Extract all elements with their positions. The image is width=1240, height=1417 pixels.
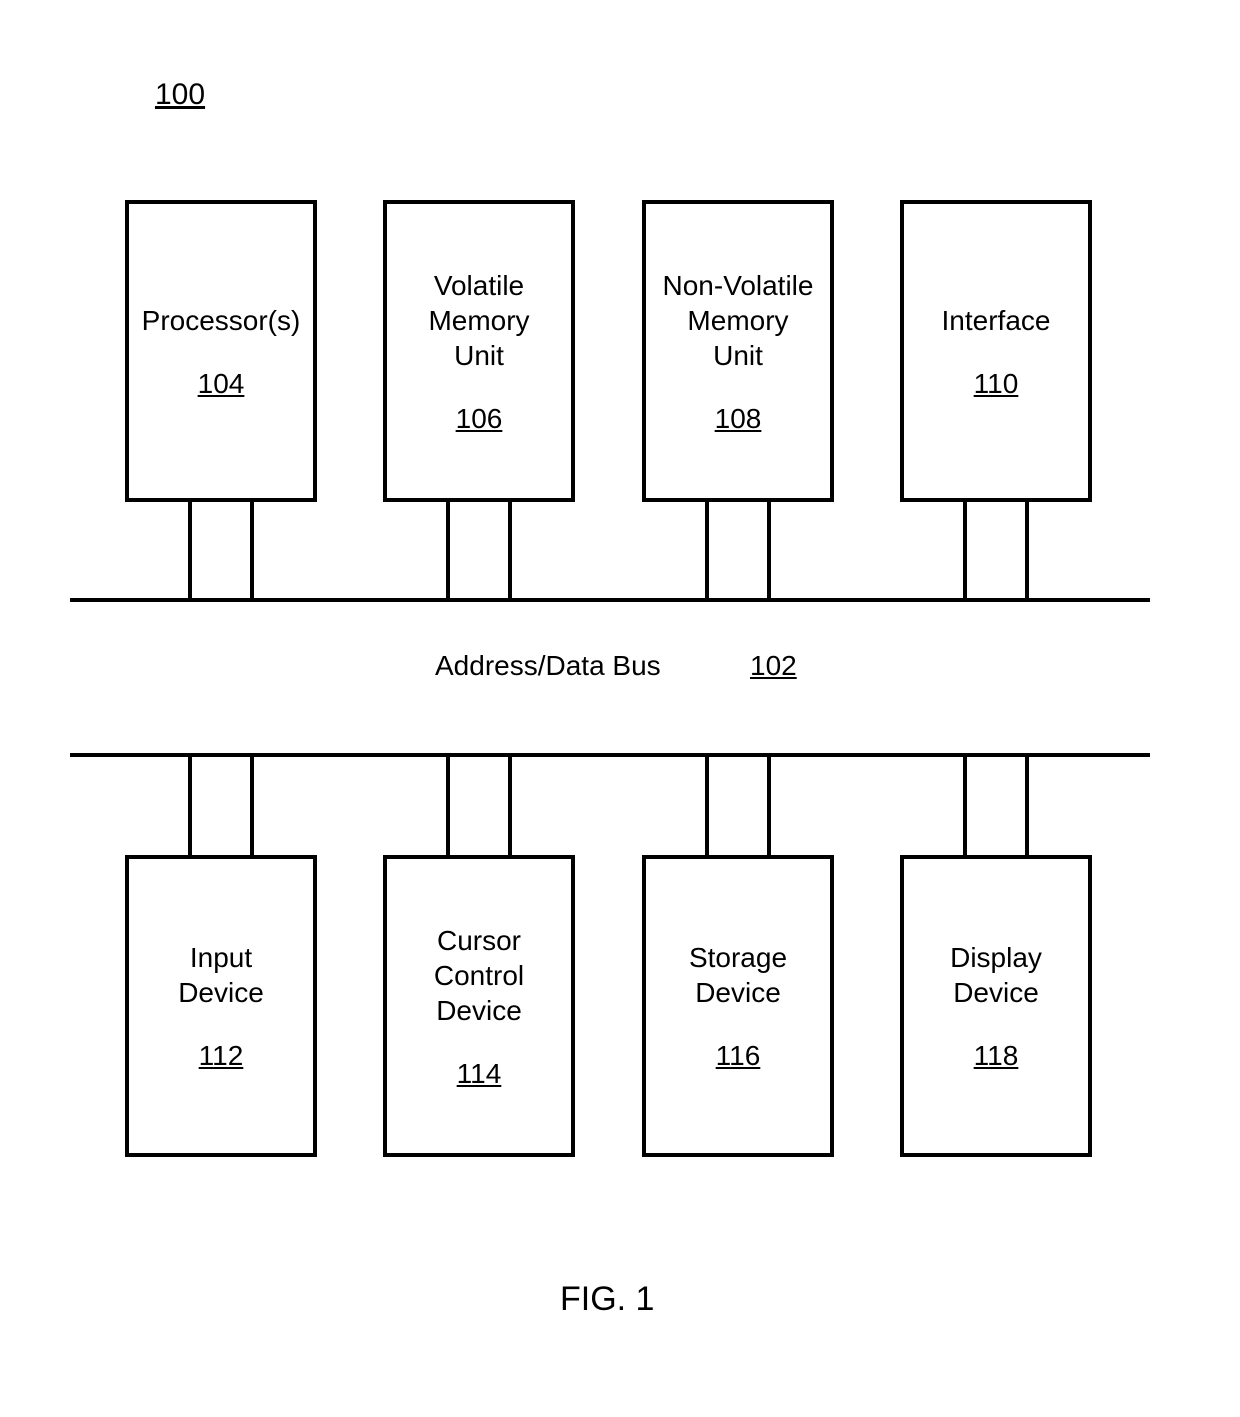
block-label: Input Device xyxy=(178,940,264,1010)
block-ref: 108 xyxy=(715,403,762,435)
block-nonvolatile-memory: Non-Volatile Memory Unit 108 xyxy=(642,200,834,502)
block-label: Interface xyxy=(942,303,1051,338)
block-ref: 104 xyxy=(198,368,245,400)
figure-ref-number: 100 xyxy=(155,78,205,112)
block-ref: 110 xyxy=(974,368,1019,400)
block-label: Cursor Control Device xyxy=(434,923,524,1028)
block-label: Processor(s) xyxy=(142,303,301,338)
block-ref: 114 xyxy=(457,1058,502,1090)
block-processor: Processor(s) 104 xyxy=(125,200,317,502)
block-ref: 112 xyxy=(199,1040,244,1072)
block-volatile-memory: Volatile Memory Unit 106 xyxy=(383,200,575,502)
block-input-device: Input Device 112 xyxy=(125,855,317,1157)
block-ref: 106 xyxy=(456,403,503,435)
figure-1: 100 Processor(s) 104 Volatile Memory Uni… xyxy=(0,0,1240,1417)
block-label: Volatile Memory Unit xyxy=(428,268,529,373)
block-ref: 116 xyxy=(716,1040,761,1072)
block-interface: Interface 110 xyxy=(900,200,1092,502)
block-ref: 118 xyxy=(974,1040,1019,1072)
block-display-device: Display Device 118 xyxy=(900,855,1092,1157)
bus-label: Address/Data Bus xyxy=(435,650,661,682)
figure-caption: FIG. 1 xyxy=(560,1280,654,1319)
block-cursor-control: Cursor Control Device 114 xyxy=(383,855,575,1157)
bus-ref: 102 xyxy=(750,650,797,682)
block-label: Display Device xyxy=(950,940,1042,1010)
block-storage-device: Storage Device 116 xyxy=(642,855,834,1157)
block-label: Non-Volatile Memory Unit xyxy=(663,268,814,373)
block-label: Storage Device xyxy=(689,940,787,1010)
